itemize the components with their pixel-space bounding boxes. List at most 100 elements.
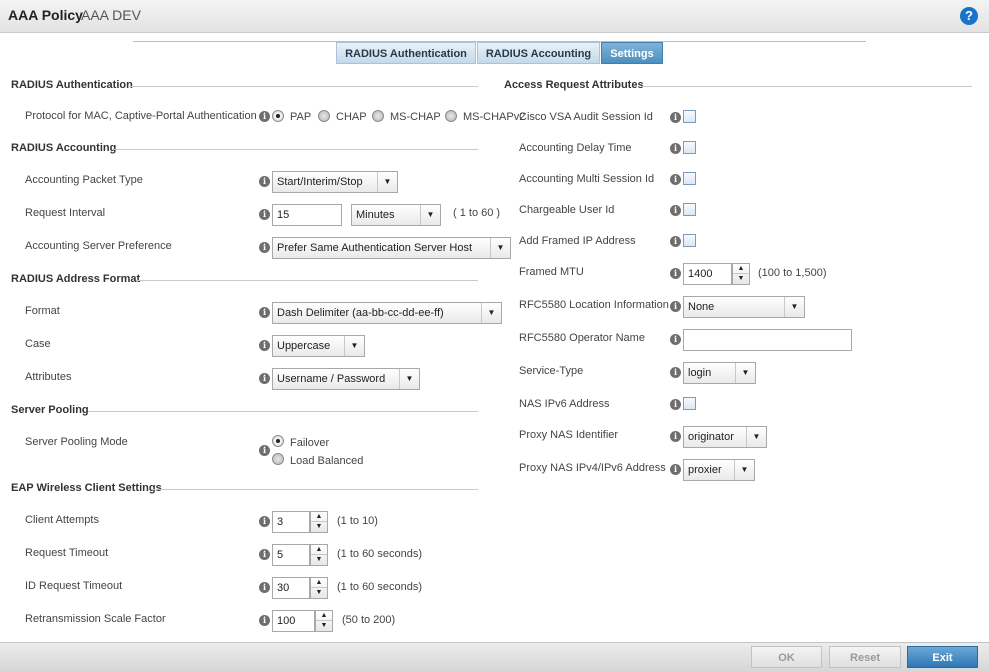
format-value: Dash Delimiter (aa-bb-cc-dd-ee-ff) [277,307,444,319]
id-request-timeout-input[interactable]: 30 [272,577,310,599]
section-divider [114,149,478,150]
proxy-nas-address-select[interactable]: proxier ▼ [683,459,755,481]
info-icon[interactable]: i [259,549,270,560]
delay-time-checkbox[interactable] [683,141,696,154]
info-icon[interactable]: i [259,340,270,351]
policy-name: AAA DEV [81,7,141,23]
radio-failover[interactable] [272,435,284,447]
section-divider [128,86,478,87]
radio-ms-chapv2-label: MS-CHAPv2 [463,111,526,123]
location-info-label: RFC5580 Location Information [519,299,669,311]
info-icon[interactable]: i [670,334,681,345]
tab-radius-accounting[interactable]: RADIUS Accounting [477,42,600,64]
radio-ms-chap-label: MS-CHAP [390,111,441,123]
proxy-nas-address-label: Proxy NAS IPv4/IPv6 Address [519,462,666,474]
location-info-value: None [688,301,715,313]
format-select[interactable]: Dash Delimiter (aa-bb-cc-dd-ee-ff) ▼ [272,302,502,324]
interval-unit-select[interactable]: Minutes ▼ [351,204,441,226]
case-select[interactable]: Uppercase ▼ [272,335,365,357]
radio-load-balanced[interactable] [272,453,284,465]
framed-ip-checkbox[interactable] [683,234,696,247]
id-request-timeout-stepper[interactable]: ▲ ▼ [310,577,328,599]
operator-name-input[interactable] [683,329,852,351]
arrow-up-icon[interactable]: ▲ [316,611,332,621]
client-attempts-stepper[interactable]: ▲ ▼ [310,511,328,533]
section-divider [153,489,478,490]
info-icon[interactable]: i [259,582,270,593]
arrow-down-icon[interactable]: ▼ [311,555,327,565]
section-server-pooling: Server Pooling [11,404,89,416]
info-icon[interactable]: i [670,112,681,123]
location-info-select[interactable]: None ▼ [683,296,805,318]
interval-unit-value: Minutes [356,209,395,221]
attributes-label: Attributes [25,371,72,383]
request-interval-label: Request Interval [25,207,106,219]
framed-ip-label: Add Framed IP Address [519,235,636,247]
interval-hint: ( 1 to 60 ) [453,207,501,219]
info-icon[interactable]: i [259,373,270,384]
request-timeout-stepper[interactable]: ▲ ▼ [310,544,328,566]
chargeable-user-checkbox[interactable] [683,203,696,216]
info-icon[interactable]: i [259,111,270,122]
exit-button[interactable]: Exit [907,646,978,668]
info-icon[interactable]: i [670,399,681,410]
nas-ipv6-label: NAS IPv6 Address [519,398,610,410]
info-icon[interactable]: i [259,445,270,456]
radio-ms-chap[interactable] [372,110,384,122]
attributes-select[interactable]: Username / Password ▼ [272,368,420,390]
chevron-down-icon: ▼ [344,336,364,356]
case-label: Case [25,338,51,350]
info-icon[interactable]: i [670,367,681,378]
ok-button[interactable]: OK [751,646,822,668]
service-type-select[interactable]: login ▼ [683,362,756,384]
arrow-down-icon[interactable]: ▼ [733,274,749,284]
info-icon[interactable]: i [670,431,681,442]
request-timeout-label: Request Timeout [25,547,109,559]
proxy-nas-identifier-select[interactable]: originator ▼ [683,426,767,448]
tab-settings[interactable]: Settings [601,42,663,64]
request-timeout-input[interactable]: 5 [272,544,310,566]
retransmission-input[interactable]: 100 [272,610,315,632]
nas-ipv6-checkbox[interactable] [683,397,696,410]
reset-button[interactable]: Reset [829,646,901,668]
server-preference-select[interactable]: Prefer Same Authentication Server Host ▼ [272,237,511,259]
info-icon[interactable]: i [259,516,270,527]
arrow-up-icon[interactable]: ▲ [311,578,327,588]
framed-mtu-stepper[interactable]: ▲ ▼ [732,263,750,285]
service-type-label: Service-Type [519,365,584,377]
info-icon[interactable]: i [259,615,270,626]
info-icon[interactable]: i [259,176,270,187]
id-request-timeout-label: ID Request Timeout [25,580,123,592]
cisco-vsa-checkbox[interactable] [683,110,696,123]
info-icon[interactable]: i [259,307,270,318]
radio-chap[interactable] [318,110,330,122]
packet-type-select[interactable]: Start/Interim/Stop ▼ [272,171,398,193]
arrow-down-icon[interactable]: ▼ [316,621,332,631]
info-icon[interactable]: i [670,268,681,279]
help-icon[interactable]: ? [960,7,978,25]
section-radius-authentication: RADIUS Authentication [11,79,133,91]
info-icon[interactable]: i [259,242,270,253]
arrow-down-icon[interactable]: ▼ [311,588,327,598]
arrow-up-icon[interactable]: ▲ [311,512,327,522]
framed-mtu-hint: (100 to 1,500) [758,267,827,279]
retransmission-stepper[interactable]: ▲ ▼ [315,610,333,632]
multi-session-checkbox[interactable] [683,172,696,185]
info-icon[interactable]: i [259,209,270,220]
arrow-up-icon[interactable]: ▲ [311,545,327,555]
request-interval-input[interactable]: 15 [272,204,342,226]
arrow-up-icon[interactable]: ▲ [733,264,749,274]
framed-mtu-input[interactable]: 1400 [683,263,732,285]
info-icon[interactable]: i [670,205,681,216]
radio-ms-chapv2[interactable] [445,110,457,122]
info-icon[interactable]: i [670,174,681,185]
chevron-down-icon: ▼ [377,172,397,192]
info-icon[interactable]: i [670,236,681,247]
info-icon[interactable]: i [670,143,681,154]
arrow-down-icon[interactable]: ▼ [311,522,327,532]
tab-radius-authentication[interactable]: RADIUS Authentication [336,42,476,64]
info-icon[interactable]: i [670,301,681,312]
radio-pap[interactable] [272,110,284,122]
info-icon[interactable]: i [670,464,681,475]
client-attempts-input[interactable]: 3 [272,511,310,533]
